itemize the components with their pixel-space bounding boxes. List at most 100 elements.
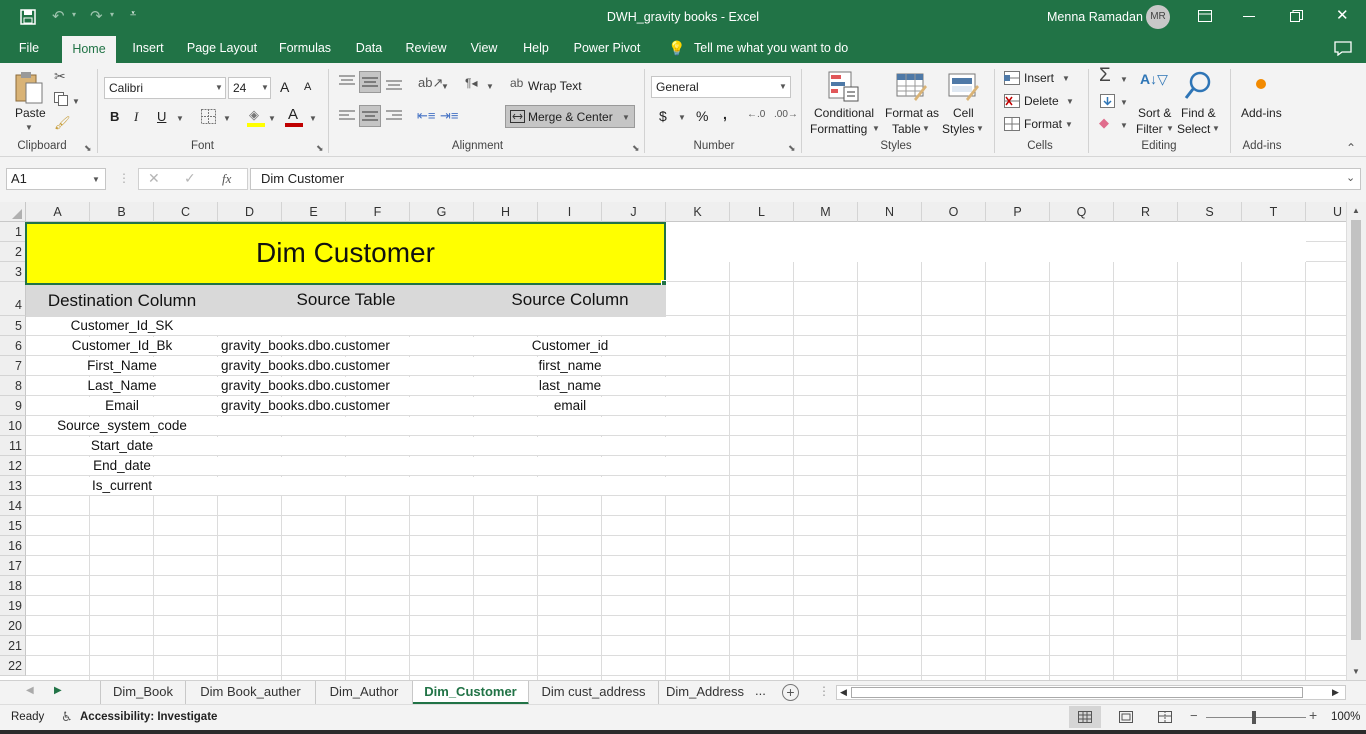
bottom-align-icon[interactable] — [386, 77, 402, 91]
paste-icon[interactable] — [14, 71, 44, 105]
autosum-icon[interactable]: Σ — [1099, 65, 1111, 87]
row-header[interactable]: 18 — [0, 576, 26, 596]
worksheet-grid[interactable]: ABCDEFGHIJKLMNOPQRSTU 1 2 3 4 5 6 7 8 9 10 11 12 13 1… — [0, 202, 1366, 680]
row-header[interactable]: 13 — [0, 476, 26, 496]
number-launcher-icon[interactable]: ⬊ — [788, 143, 796, 154]
text-direction-icon[interactable]: ¶◂ — [465, 76, 477, 90]
text-direction-dropdown-icon[interactable]: ▼ — [486, 82, 494, 91]
cell-styles-icon[interactable] — [948, 71, 980, 103]
header-source-column[interactable]: Source Column — [474, 290, 666, 310]
clear-dropdown-icon[interactable]: ▼ — [1120, 121, 1128, 130]
horizontal-scroll-thumb[interactable] — [851, 687, 1303, 698]
insert-dropdown-icon[interactable]: ▼ — [1062, 74, 1070, 83]
tab-power-pivot[interactable]: Power Pivot — [568, 34, 646, 63]
column-header[interactable]: G — [410, 202, 474, 222]
row-header[interactable]: 6 — [0, 336, 26, 356]
column-header[interactable]: P — [986, 202, 1050, 222]
ribbon-display-options-icon[interactable] — [1198, 10, 1212, 22]
row-header[interactable]: 12 — [0, 456, 26, 476]
source-table-cell[interactable]: gravity_books.dbo.customer — [221, 398, 473, 413]
row-header[interactable]: 9 — [0, 396, 26, 416]
source-column-cell[interactable]: first_name — [474, 358, 666, 373]
close-icon[interactable]: ✕ — [1336, 6, 1349, 24]
column-header[interactable]: F — [346, 202, 410, 222]
scroll-down-icon[interactable]: ▼ — [1352, 667, 1360, 676]
previous-sheet-icon[interactable]: ◀ — [26, 685, 34, 696]
alignment-launcher-icon[interactable]: ⬊ — [632, 143, 640, 154]
expand-formula-bar-icon[interactable]: ⌄ — [1346, 171, 1355, 184]
row-header[interactable]: 8 — [0, 376, 26, 396]
restore-icon[interactable] — [1290, 10, 1303, 23]
user-name[interactable]: Menna Ramadan — [1047, 10, 1143, 24]
sheet-tab-dim-customer[interactable]: Dim_Customer — [413, 681, 529, 705]
source-table-cell[interactable]: gravity_books.dbo.customer — [221, 338, 473, 353]
avatar[interactable]: MR — [1146, 5, 1170, 29]
destination-column-cell[interactable]: Is_current — [26, 478, 218, 493]
column-header[interactable]: N — [858, 202, 922, 222]
decrease-decimal-icon[interactable]: .00→ — [774, 109, 798, 120]
merge-center-dropdown-icon[interactable]: ▼ — [622, 113, 630, 122]
source-column-cell[interactable]: Customer_id — [474, 338, 666, 353]
italic-button[interactable]: I — [134, 109, 138, 125]
source-column-cell[interactable]: last_name — [474, 378, 666, 393]
autosum-dropdown-icon[interactable]: ▼ — [1120, 75, 1128, 84]
save-icon[interactable] — [20, 9, 36, 25]
tab-insert[interactable]: Insert — [126, 34, 170, 63]
format-dropdown-icon[interactable]: ▼ — [1065, 120, 1073, 129]
select-all-corner[interactable] — [0, 202, 26, 222]
column-header[interactable]: A — [26, 202, 90, 222]
customize-qat-icon[interactable]: ⩡ — [130, 8, 136, 21]
formula-input[interactable]: Dim Customer — [250, 168, 1361, 190]
delete-button[interactable]: Delete — [1024, 94, 1059, 108]
horizontal-scrollbar[interactable]: ◀ ▶ — [836, 685, 1346, 700]
row-header[interactable]: 11 — [0, 436, 26, 456]
wrap-text-button[interactable]: Wrap Text — [528, 79, 582, 93]
underline-button[interactable]: U — [157, 109, 166, 124]
sheet-tab-dim-author[interactable]: Dim_Author — [316, 681, 413, 705]
increase-decimal-icon[interactable]: ←.0 — [747, 109, 765, 120]
page-break-view-icon[interactable] — [1158, 711, 1172, 723]
orientation-dropdown-icon[interactable]: ▼ — [441, 82, 449, 91]
zoom-level[interactable]: 100% — [1331, 711, 1360, 723]
source-column-cell[interactable]: email — [474, 398, 666, 413]
add-ins-icon[interactable] — [1256, 79, 1266, 89]
number-format-box[interactable]: General — [651, 76, 791, 98]
add-ins-button[interactable]: Add-ins — [1241, 106, 1282, 120]
conditional-formatting-dropdown-icon[interactable]: ▼ — [872, 124, 880, 133]
row-header[interactable]: 20 — [0, 616, 26, 636]
column-header[interactable]: K — [666, 202, 730, 222]
paste-button[interactable]: Paste — [15, 106, 46, 120]
comments-icon[interactable] — [1334, 41, 1352, 56]
undo-icon[interactable]: ↶ — [52, 7, 65, 25]
zoom-slider[interactable] — [1206, 717, 1306, 718]
copy-icon[interactable] — [54, 92, 68, 106]
format-painter-icon[interactable]: 🖌 — [54, 115, 71, 131]
delete-dropdown-icon[interactable]: ▼ — [1066, 97, 1074, 106]
sheet-tab-dim-book-auther[interactable]: Dim Book_auther — [186, 681, 316, 705]
destination-column-cell[interactable]: First_Name — [26, 358, 218, 373]
row-header[interactable]: 4 — [0, 282, 26, 316]
row-header[interactable]: 16 — [0, 536, 26, 556]
paste-dropdown-icon[interactable]: ▼ — [25, 123, 33, 132]
source-table-cell[interactable]: gravity_books.dbo.customer — [221, 358, 473, 373]
redo-dropdown-icon[interactable]: ▾ — [110, 10, 114, 19]
insert-button[interactable]: Insert — [1024, 71, 1054, 85]
destination-column-cell[interactable]: Email — [26, 398, 218, 413]
insert-function-button[interactable]: fx — [222, 171, 231, 187]
name-box-dropdown-icon[interactable]: ▼ — [92, 175, 100, 184]
column-header[interactable]: E — [282, 202, 346, 222]
column-header[interactable]: Q — [1050, 202, 1114, 222]
zoom-slider-handle[interactable] — [1252, 711, 1256, 724]
redo-icon[interactable]: ↷ — [90, 7, 103, 25]
minimize-icon[interactable] — [1243, 16, 1255, 17]
sheet-title-cell[interactable]: Dim Customer — [25, 222, 666, 285]
sort-filter-icon[interactable]: A↓▽ — [1140, 71, 1168, 88]
zoom-in-icon[interactable]: + — [1309, 707, 1317, 723]
accessibility-status[interactable]: Accessibility: Investigate — [80, 711, 217, 723]
fill-icon[interactable] — [1100, 94, 1115, 108]
vertical-scroll-thumb[interactable] — [1351, 220, 1361, 640]
find-select-button[interactable]: Find & — [1181, 106, 1216, 120]
column-header[interactable]: L — [730, 202, 794, 222]
sheet-tab-dim-book[interactable]: Dim_Book — [100, 681, 186, 705]
tab-help[interactable]: Help — [516, 34, 556, 63]
